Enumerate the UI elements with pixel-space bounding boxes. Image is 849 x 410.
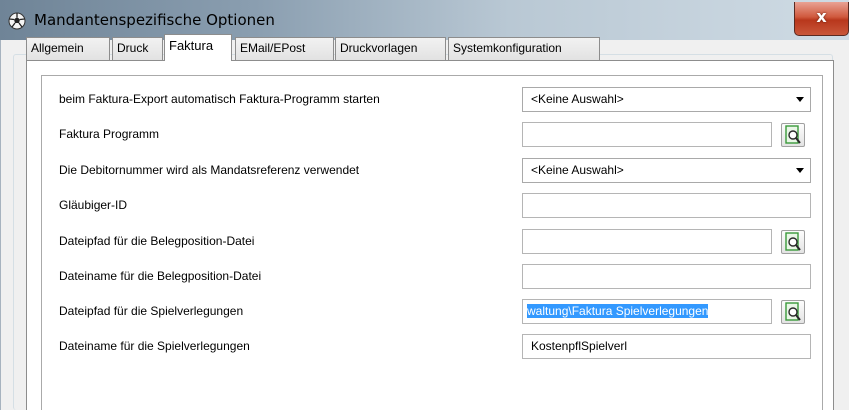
row-belegposition-name: Dateiname für die Belegposition-Datei <box>42 261 822 291</box>
selected-text: waltung\Faktura Spielverlegungen <box>527 304 709 318</box>
row-glaeubiger-id: Gläubiger-ID <box>42 190 822 220</box>
app-icon <box>8 12 26 30</box>
close-button[interactable]: x <box>794 2 849 36</box>
field-label: Die Debitornummer wird als Mandatsrefere… <box>59 163 360 177</box>
field-label: beim Faktura-Export automatisch Faktura-… <box>59 92 380 106</box>
row-spielverlegungen-name: Dateiname für die Spielverlegungen Koste… <box>42 331 822 361</box>
tab-page-faktura: beim Faktura-Export automatisch Faktura-… <box>26 60 834 410</box>
field-label: Faktura Programm <box>59 127 160 141</box>
window-titlebar[interactable]: Mandantenspezifische Optionen x <box>0 0 849 40</box>
faktura-programm-input[interactable] <box>522 122 772 147</box>
row-belegposition-pfad: Dateipfad für die Belegposition-Datei <box>42 226 822 256</box>
field-label: Dateipfad für die Spielverlegungen <box>59 304 244 318</box>
browse-button[interactable] <box>781 123 805 147</box>
field-label: Gläubiger-ID <box>59 198 128 212</box>
browse-file-icon <box>785 232 801 251</box>
row-debitornummer: Die Debitornummer wird als Mandatsrefere… <box>42 155 822 185</box>
tab-allgemein[interactable]: Allgemein <box>26 37 110 60</box>
tab-faktura[interactable]: Faktura <box>164 34 232 61</box>
tab-email-epost[interactable]: EMail/EPost <box>235 37 334 60</box>
select-value: <Keine Auswahl> <box>531 92 624 106</box>
chevron-down-icon[interactable] <box>796 97 804 102</box>
tab-systemkonfiguration[interactable]: Systemkonfiguration <box>448 37 600 60</box>
field-label: Dateiname für die Spielverlegungen <box>59 339 250 353</box>
browse-button[interactable] <box>781 230 805 254</box>
tab-druck[interactable]: Druck <box>112 37 163 60</box>
tab-druckvorlagen[interactable]: Druckvorlagen <box>335 37 446 60</box>
field-label: Dateiname für die Belegposition-Datei <box>59 269 262 283</box>
spielverlegungen-pfad-input[interactable]: waltung\Faktura Spielverlegungen <box>522 299 772 324</box>
row-spielverlegungen-pfad: Dateipfad für die Spielverlegungen waltu… <box>42 296 822 326</box>
fields-group: beim Faktura-Export automatisch Faktura-… <box>41 75 823 410</box>
faktura-export-select[interactable]: <Keine Auswahl> <box>522 87 811 112</box>
belegposition-pfad-input[interactable] <box>522 229 772 254</box>
chevron-down-icon[interactable] <box>796 168 804 173</box>
row-faktura-programm: Faktura Programm <box>42 119 822 149</box>
spielverlegungen-name-input[interactable]: KostenpflSpielverl <box>522 334 811 359</box>
field-label: Dateipfad für die Belegposition-Datei <box>59 234 255 248</box>
browse-file-icon <box>785 302 801 321</box>
select-value: <Keine Auswahl> <box>531 163 624 177</box>
browse-button[interactable] <box>781 300 805 324</box>
belegposition-name-input[interactable] <box>522 264 811 289</box>
debitornummer-select[interactable]: <Keine Auswahl> <box>522 158 811 183</box>
browse-file-icon <box>785 125 801 144</box>
window-title: Mandantenspezifische Optionen <box>34 11 275 29</box>
row-faktura-export: beim Faktura-Export automatisch Faktura-… <box>42 84 822 114</box>
glaeubiger-id-input[interactable] <box>522 193 811 218</box>
